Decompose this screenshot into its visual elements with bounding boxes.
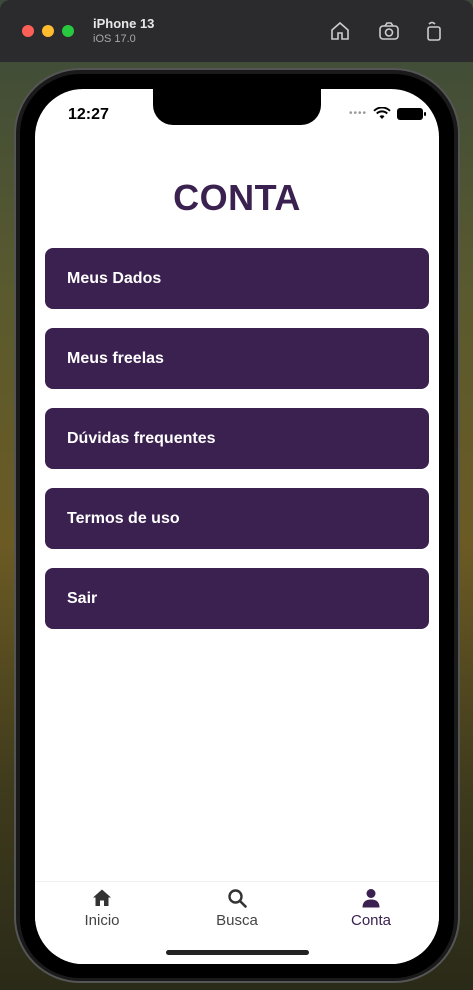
screenshot-button[interactable] [378, 20, 400, 42]
status-icons: •••• [348, 107, 426, 120]
home-indicator [166, 950, 309, 955]
menu-item-label: Termos de uso [67, 509, 180, 527]
wifi-icon [373, 107, 391, 119]
account-menu: Meus Dados Meus freelas Dúvidas frequent… [45, 248, 429, 648]
signal-icon: •••• [348, 108, 367, 119]
home-icon [331, 21, 349, 40]
menu-item-label: Sair [67, 589, 98, 607]
notch [153, 89, 321, 125]
phone-screen: 12:27 •••• CONTA Meus Dados Meus freelas… [35, 89, 439, 964]
tab-label: Inicio [84, 912, 120, 929]
device-name: iPhone 13 [93, 16, 155, 31]
close-window-button[interactable] [22, 25, 34, 37]
menu-item-label: Meus freelas [67, 349, 164, 367]
search-icon [228, 889, 247, 908]
page-title: CONTA [173, 177, 301, 218]
menu-item-duvidas-frequentes[interactable]: Dúvidas frequentes [45, 408, 429, 469]
menu-item-termos-de-uso[interactable]: Termos de uso [45, 488, 429, 549]
menu-item-meus-freelas[interactable]: Meus freelas [45, 328, 429, 389]
menu-item-label: Dúvidas frequentes [67, 429, 216, 447]
menu-item-meus-dados[interactable]: Meus Dados [45, 248, 429, 309]
tab-label: Busca [216, 912, 258, 929]
home-button[interactable] [329, 20, 351, 42]
home-icon [93, 889, 111, 906]
menu-item-label: Meus Dados [67, 269, 162, 287]
minimize-window-button[interactable] [42, 25, 54, 37]
rotate-icon [427, 21, 441, 41]
tab-busca[interactable]: Busca [187, 888, 287, 930]
tab-conta[interactable]: Conta [321, 888, 421, 930]
camera-icon [379, 22, 399, 40]
zoom-window-button[interactable] [62, 25, 74, 37]
status-time: 12:27 [68, 106, 109, 123]
rotate-button[interactable] [423, 20, 445, 42]
os-version: iOS 17.0 [93, 33, 136, 45]
battery-icon [397, 107, 426, 120]
user-icon [362, 889, 380, 908]
tab-inicio[interactable]: Inicio [52, 888, 152, 930]
menu-item-sair[interactable]: Sair [45, 568, 429, 629]
tab-label: Conta [350, 912, 392, 929]
simulator-title-bar: iPhone 13 iOS 17.0 [0, 0, 473, 62]
